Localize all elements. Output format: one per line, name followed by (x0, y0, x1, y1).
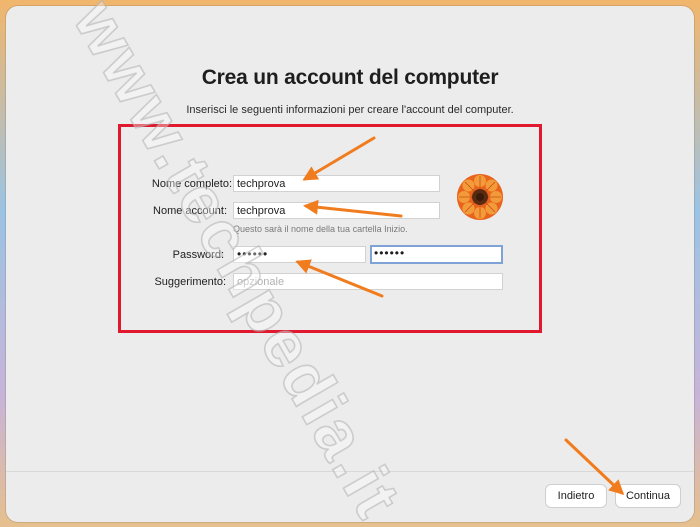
account-name-hint: Questo sarà il nome della tua cartella I… (233, 224, 408, 234)
full-name-field[interactable]: techprova (233, 175, 440, 192)
password-hint-field[interactable]: opzionale (233, 273, 503, 290)
back-button[interactable]: Indietro (545, 484, 607, 508)
orange-flower-avatar-icon[interactable] (456, 173, 504, 221)
account-name-label: Nome account: (153, 205, 227, 217)
setup-window: Crea un account del computer Inserisci l… (6, 6, 694, 522)
password-label: Password: (172, 249, 224, 261)
account-name-field[interactable]: techprova (233, 202, 440, 219)
password-hint-label: Suggerimento: (154, 276, 226, 288)
page-subtitle: Inserisci le seguenti informazioni per c… (186, 104, 514, 116)
footer-divider (6, 471, 694, 472)
verify-password-field[interactable]: •••••• (370, 245, 503, 264)
password-field[interactable]: •••••• (233, 246, 366, 263)
page-title: Crea un account del computer (201, 66, 499, 89)
continue-button[interactable]: Continua (615, 484, 681, 508)
full-name-label: Nome completo: (151, 178, 232, 190)
